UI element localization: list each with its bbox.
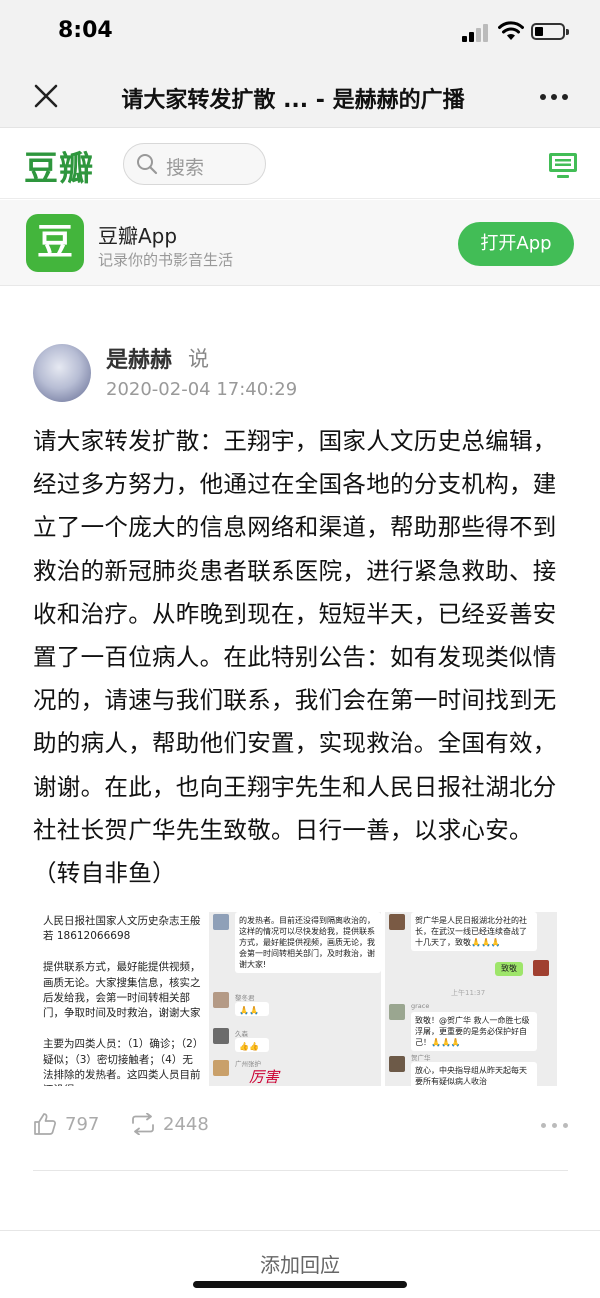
search-icon (137, 154, 158, 175)
image-3-bubble-2: 致敬！@贺广华 救人一命胜七级浮屠，更重要的是务必保护好自己！🙏🙏🙏 (411, 1012, 537, 1051)
wifi-icon (498, 21, 524, 40)
reshare-icon[interactable] (129, 1113, 157, 1135)
site-header: 豆瓣 搜索 (0, 129, 600, 199)
image-1-text: 人民日报社国家人文历史杂志王般若 18612066698 提供联系方式，最好能提… (43, 915, 201, 1086)
image-3-green-bubble: 致敬 (495, 962, 523, 976)
status-time: 8:04 (58, 18, 113, 43)
bottom-bar: 添加回应 (0, 1230, 600, 1298)
image-2-bubble-2: 🙏🙏 (235, 1002, 269, 1016)
image-3-name-1: grace (411, 1002, 430, 1010)
divider (33, 1170, 568, 1171)
image-2-name-2: 久森 (235, 1030, 248, 1038)
more-options-icon[interactable] (538, 94, 570, 102)
cellular-signal-icon (462, 24, 492, 42)
image-3-name-2: 贺广华 (411, 1054, 431, 1062)
search-placeholder: 搜索 (166, 157, 205, 179)
image-2-red-text: 厉害 (249, 1068, 280, 1086)
post-content: 请大家转发扩散：王翔宇，国家人文历史总编辑，经过多方努力，他通过在全国各地的分支… (33, 427, 557, 888)
image-2-bubble: 的发热者。目前还没得到隔离收治的，这样的情况可以尽快发给我，提供联系方式，最好能… (235, 912, 381, 973)
app-name: 豆瓣App (98, 224, 178, 248)
douban-app-icon: 豆 (26, 214, 84, 272)
post-date: 2020-02-04 17:40:29 (106, 379, 298, 400)
image-2-name-1: 黎冬君 (235, 994, 255, 1002)
like-count: 797 (65, 1114, 100, 1135)
battery-icon (531, 23, 569, 40)
page-title: 请大家转发扩散 ... - 是赫赫的广播 (121, 88, 465, 112)
app-download-banner: 豆 豆瓣App 记录你的书影音生活 打开App (0, 200, 600, 286)
post-more-icon[interactable] (541, 1123, 569, 1129)
reshare-count: 2448 (163, 1114, 209, 1135)
image-gallery: 人民日报社国家人文历史杂志王般若 18612066698 提供联系方式，最好能提… (33, 912, 557, 1086)
browser-nav-bar: 请大家转发扩散 ... - 是赫赫的广播 (0, 66, 600, 128)
image-2-bubble-3: 👍👍 (235, 1038, 269, 1052)
image-3-bubble-1: 贺广华是人民日报湖北分社的社长，在武汉一线已经连续奋战了十几天了，致敬🙏🙏🙏 (411, 912, 537, 951)
gallery-image-2[interactable]: 的发热者。目前还没得到隔离收治的，这样的情况可以尽快发给我，提供联系方式，最好能… (209, 912, 381, 1086)
open-app-button[interactable]: 打开App (458, 222, 574, 266)
author-name[interactable]: 是赫赫 (106, 342, 172, 374)
status-bar: 8:04 (0, 0, 600, 66)
thumbs-up-icon[interactable] (33, 1112, 57, 1136)
image-3-time: 上午11:37 (451, 989, 486, 997)
post-actions: 797 2448 (33, 1106, 573, 1146)
gallery-image-1[interactable]: 人民日报社国家人文历史杂志王般若 18612066698 提供联系方式，最好能提… (33, 912, 205, 1086)
close-icon[interactable] (32, 82, 60, 110)
add-reply-button[interactable]: 添加回应 (0, 1249, 600, 1278)
tv-icon[interactable] (548, 151, 578, 179)
image-3-bubble-3: 放心，中央指导组从昨天起每天要所有疑似病人收治 (411, 1062, 537, 1086)
search-input[interactable]: 搜索 (123, 143, 266, 185)
said-label: 说 (188, 347, 209, 371)
author-avatar[interactable] (33, 344, 91, 402)
app-description: 记录你的书影音生活 (98, 251, 234, 269)
douban-logo[interactable]: 豆瓣 (24, 141, 94, 190)
gallery-image-3[interactable]: 贺广华是人民日报湖北分社的社长，在武汉一线已经连续奋战了十几天了，致敬🙏🙏🙏 致… (385, 912, 557, 1086)
home-indicator (193, 1281, 407, 1288)
